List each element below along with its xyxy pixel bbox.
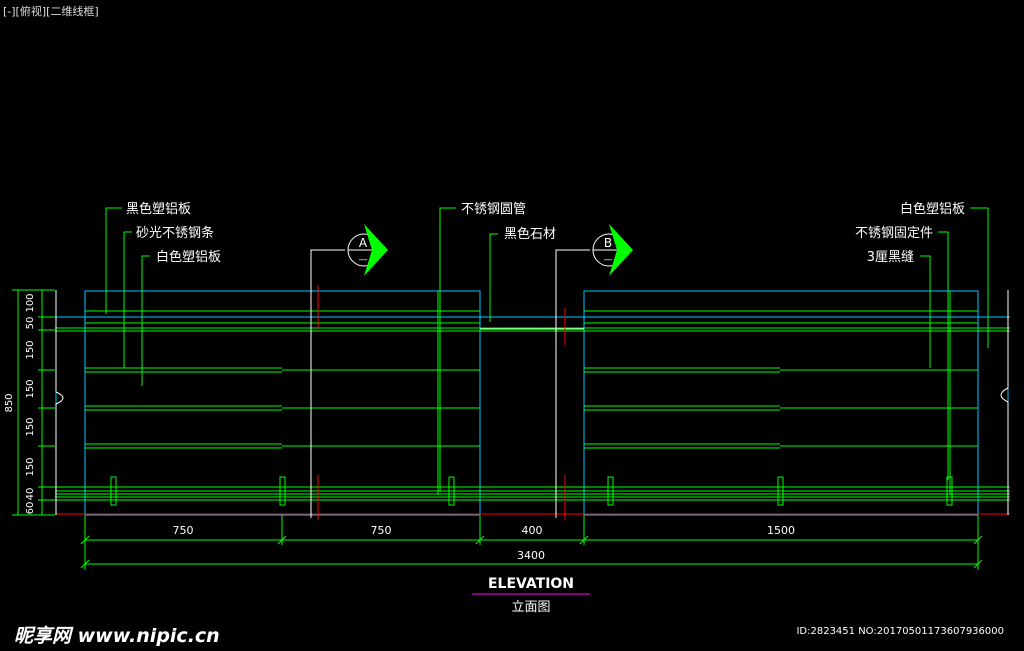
dim-150-c: 150 bbox=[25, 417, 36, 436]
leader-lines bbox=[105, 207, 989, 492]
callout-steel-tube[interactable]: 不锈钢圆管 bbox=[461, 202, 526, 217]
dim-seg-4: 1500 bbox=[767, 524, 795, 537]
panel-outlines bbox=[55, 290, 1010, 516]
dim-100: 100 bbox=[25, 293, 36, 312]
watermark-logo: 昵享网 www.nipic.cn bbox=[14, 625, 220, 647]
section-cut-lines bbox=[317, 285, 566, 520]
callout-black-seam[interactable]: 3厘黑缝 bbox=[867, 250, 914, 265]
dim-seg-2: 750 bbox=[371, 524, 392, 537]
section-a-sub: — bbox=[359, 255, 368, 265]
dim-150-b: 150 bbox=[25, 379, 36, 398]
section-marker-b[interactable]: B — bbox=[592, 224, 633, 276]
dim-850: 850 bbox=[4, 393, 15, 412]
dim-150-a: 150 bbox=[25, 340, 36, 359]
section-lines bbox=[310, 249, 590, 518]
callout-black-stone[interactable]: 黑色石材 bbox=[504, 226, 556, 242]
panel-lines bbox=[55, 291, 1010, 501]
callout-white-panel-left[interactable]: 白色塑铝板 bbox=[156, 249, 221, 265]
section-b-sub: — bbox=[604, 255, 613, 265]
dim-seg-3: 400 bbox=[522, 524, 543, 537]
callout-steel-strip[interactable]: 砂光不锈钢条 bbox=[136, 225, 214, 241]
dim-150-d: 150 bbox=[25, 457, 36, 476]
dim-total: 3400 bbox=[517, 549, 545, 562]
title-en: ELEVATION bbox=[488, 576, 574, 592]
left-panel bbox=[84, 290, 481, 516]
watermark-id: ID:2823451 NO:20170501173607936000 bbox=[796, 626, 1004, 637]
section-b-letter: B bbox=[604, 236, 612, 250]
section-marker-a[interactable]: A — bbox=[347, 224, 388, 276]
callout-white-panel-right[interactable]: 白色塑铝板 bbox=[900, 201, 965, 217]
right-panel bbox=[583, 290, 979, 516]
cad-drawing[interactable]: A — B — 黑色塑铝板 砂光不锈钢条 白色塑铝板 不锈钢圆管 黑色石材 白色… bbox=[0, 0, 1024, 651]
break-lines bbox=[55, 290, 1009, 515]
callout-black-panel[interactable]: 黑色塑铝板 bbox=[126, 201, 191, 217]
dim-60: 60 bbox=[25, 502, 36, 515]
section-a-letter: A bbox=[359, 236, 368, 250]
dim-40: 40 bbox=[25, 488, 36, 501]
drawing-title: ELEVATION 立面图 bbox=[472, 576, 590, 615]
dim-seg-1: 750 bbox=[173, 524, 194, 537]
title-cn: 立面图 bbox=[511, 600, 550, 615]
callout-steel-fixing[interactable]: 不锈钢固定件 bbox=[855, 226, 933, 241]
dim-50: 50 bbox=[25, 317, 36, 330]
